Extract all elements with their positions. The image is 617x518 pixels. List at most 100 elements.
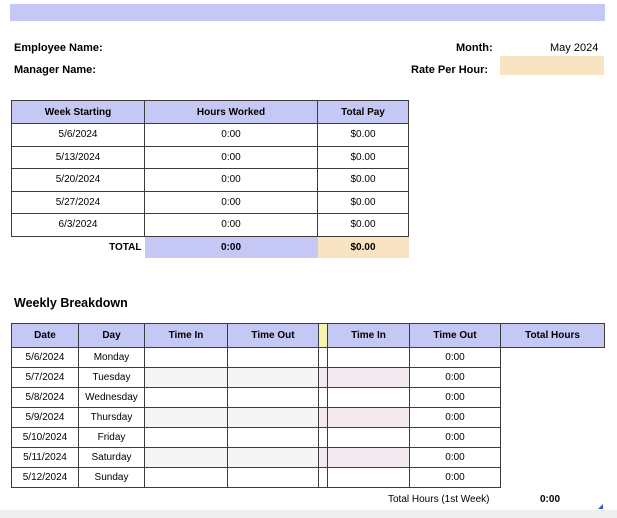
- time-in-cell[interactable]: [144, 407, 228, 428]
- day-cell[interactable]: Friday: [78, 427, 145, 448]
- date-cell[interactable]: 5/6/2024: [11, 347, 79, 368]
- week-starting-cell[interactable]: 5/20/2024: [11, 168, 145, 192]
- total-row: TOTAL 0:00 $0.00: [12, 236, 409, 258]
- time-out-cell[interactable]: [227, 447, 319, 468]
- time-out-cell[interactable]: [227, 427, 319, 448]
- time-in-cell[interactable]: [144, 387, 228, 408]
- total-hours-cell[interactable]: 0:00: [409, 427, 501, 448]
- total-pay-cell[interactable]: $0.00: [317, 168, 409, 192]
- table-row: 5/6/2024 0:00 $0.00: [11, 123, 409, 147]
- column-header-time-in-1: Time In: [144, 323, 228, 348]
- hours-worked-cell[interactable]: 0:00: [144, 123, 318, 147]
- table-row: 5/20/2024 0:00 $0.00: [11, 168, 409, 192]
- time-out-cell[interactable]: [327, 407, 410, 428]
- week-starting-cell[interactable]: 6/3/2024: [11, 213, 145, 237]
- title-bar: [10, 4, 605, 21]
- time-out-cell[interactable]: [227, 387, 319, 408]
- weekly-total-value[interactable]: 0:00: [540, 494, 560, 505]
- time-in-cell[interactable]: [144, 367, 228, 388]
- day-cell[interactable]: Thursday: [78, 407, 145, 428]
- total-pay-cell[interactable]: $0.00: [317, 145, 409, 169]
- week-starting-cell[interactable]: 5/13/2024: [11, 145, 145, 169]
- time-in-cell[interactable]: [318, 447, 328, 468]
- total-hours-cell[interactable]: 0:00: [409, 347, 501, 368]
- time-out-cell[interactable]: [327, 467, 410, 488]
- column-header-date: Date: [11, 323, 79, 348]
- column-separator: [318, 323, 328, 348]
- total-hours-cell[interactable]: 0:00: [409, 447, 501, 468]
- time-in-cell[interactable]: [144, 427, 228, 448]
- month-label: Month:: [456, 42, 493, 54]
- table-row: 5/11/2024 Saturday 0:00: [11, 447, 605, 468]
- column-header-week-starting: Week Starting: [11, 100, 145, 124]
- table-row: 5/10/2024 Friday 0:00: [11, 427, 605, 448]
- total-pay-cell[interactable]: $0.00: [317, 213, 409, 237]
- resize-corner-icon[interactable]: [598, 504, 603, 509]
- column-header-hours-worked: Hours Worked: [144, 100, 318, 124]
- day-cell[interactable]: Saturday: [78, 447, 145, 468]
- month-value[interactable]: May 2024: [550, 42, 598, 54]
- total-hours-cell[interactable]: 0:00: [409, 387, 501, 408]
- table-row: 5/13/2024 0:00 $0.00: [11, 145, 409, 169]
- total-hours-cell[interactable]: 0:00: [409, 467, 501, 488]
- table-row: 6/3/2024 0:00 $0.00: [11, 213, 409, 237]
- time-in-cell[interactable]: [318, 387, 328, 408]
- column-header-day: Day: [78, 323, 145, 348]
- day-cell[interactable]: Monday: [78, 347, 145, 368]
- hours-worked-cell[interactable]: 0:00: [144, 190, 318, 214]
- total-pay-cell[interactable]: $0.00: [317, 123, 409, 147]
- time-in-cell[interactable]: [144, 347, 228, 368]
- table-row: 5/12/2024 Sunday 0:00: [11, 467, 605, 488]
- time-in-cell[interactable]: [318, 347, 328, 368]
- total-hours-cell[interactable]: 0:00: [409, 367, 501, 388]
- week-starting-cell[interactable]: 5/6/2024: [11, 123, 145, 147]
- total-pay-cell[interactable]: $0.00: [317, 190, 409, 214]
- column-header-time-out-2: Time Out: [409, 323, 501, 348]
- rate-per-hour-input[interactable]: [500, 56, 604, 75]
- time-out-cell[interactable]: [327, 367, 410, 388]
- time-out-cell[interactable]: [327, 347, 410, 368]
- weekly-breakdown-table: Date Day Time In Time Out Time In Time O…: [11, 323, 605, 488]
- total-label: TOTAL: [109, 241, 142, 253]
- time-in-cell[interactable]: [318, 407, 328, 428]
- time-out-cell[interactable]: [327, 447, 410, 468]
- time-out-cell[interactable]: [327, 387, 410, 408]
- column-header-time-in-2: Time In: [327, 323, 410, 348]
- date-cell[interactable]: 5/9/2024: [11, 407, 79, 428]
- time-out-cell[interactable]: [227, 407, 319, 428]
- manager-name-label: Manager Name:: [14, 64, 96, 76]
- time-in-cell[interactable]: [318, 367, 328, 388]
- hours-worked-cell[interactable]: 0:00: [144, 213, 318, 237]
- hours-worked-cell[interactable]: 0:00: [144, 145, 318, 169]
- time-out-cell[interactable]: [227, 347, 319, 368]
- date-cell[interactable]: 5/8/2024: [11, 387, 79, 408]
- column-header-total-pay: Total Pay: [317, 100, 409, 124]
- time-in-cell[interactable]: [318, 467, 328, 488]
- time-in-cell[interactable]: [144, 467, 228, 488]
- table-row: 5/27/2024 0:00 $0.00: [11, 190, 409, 214]
- total-pay-total-cell[interactable]: $0.00: [317, 236, 409, 258]
- date-cell[interactable]: 5/10/2024: [11, 427, 79, 448]
- time-in-cell[interactable]: [318, 427, 328, 448]
- date-cell[interactable]: 5/12/2024: [11, 467, 79, 488]
- day-cell[interactable]: Wednesday: [78, 387, 145, 408]
- weekly-breakdown-title: Weekly Breakdown: [14, 296, 128, 310]
- date-cell[interactable]: 5/7/2024: [11, 367, 79, 388]
- total-hours-cell[interactable]: 0:00: [144, 236, 318, 258]
- time-in-cell[interactable]: [144, 447, 228, 468]
- total-hours-cell[interactable]: 0:00: [409, 407, 501, 428]
- week-starting-cell[interactable]: 5/27/2024: [11, 190, 145, 214]
- day-cell[interactable]: Tuesday: [78, 367, 145, 388]
- hours-worked-cell[interactable]: 0:00: [144, 168, 318, 192]
- table-row: 5/7/2024 Tuesday 0:00: [11, 367, 605, 388]
- date-cell[interactable]: 5/11/2024: [11, 447, 79, 468]
- table-row: 5/8/2024 Wednesday 0:00: [11, 387, 605, 408]
- time-out-cell[interactable]: [227, 467, 319, 488]
- employee-name-label: Employee Name:: [14, 42, 103, 54]
- sheet-bottom-strip: [0, 510, 617, 518]
- table-row: 5/9/2024 Thursday 0:00: [11, 407, 605, 428]
- time-out-cell[interactable]: [227, 367, 319, 388]
- time-out-cell[interactable]: [327, 427, 410, 448]
- day-cell[interactable]: Sunday: [78, 467, 145, 488]
- column-header-total-hours: Total Hours: [500, 323, 605, 348]
